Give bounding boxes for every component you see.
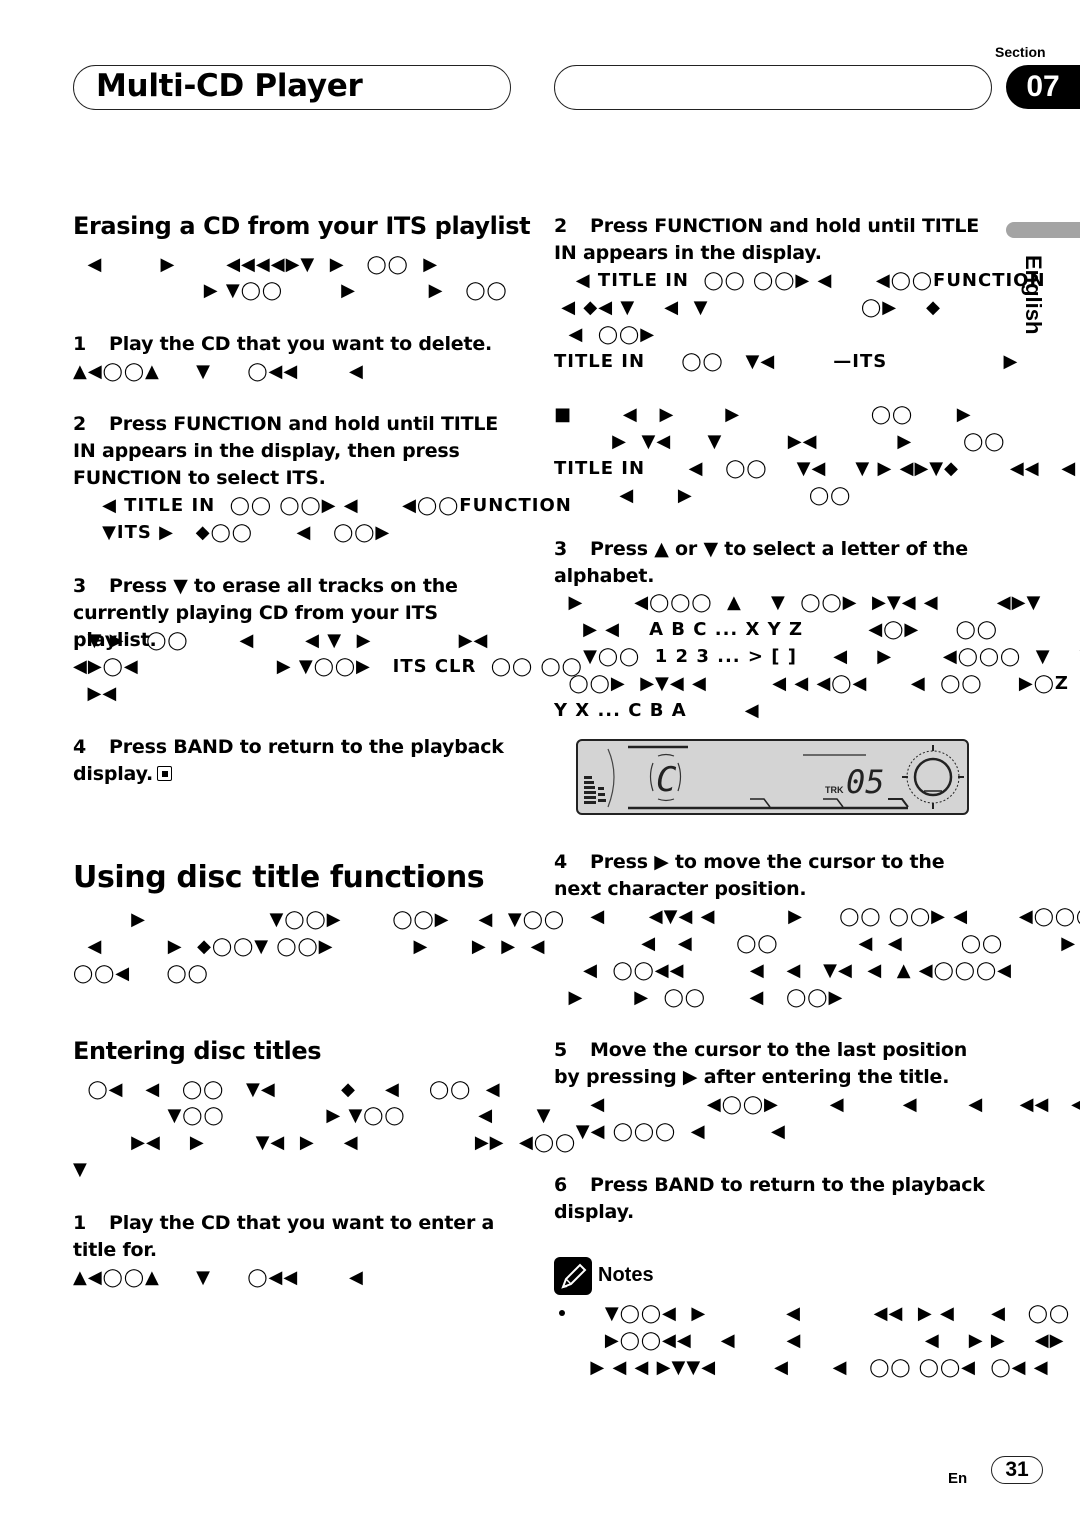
pencil-icon [554, 1257, 592, 1295]
step-glyph-line: ◀ ◯◯▶ [554, 324, 656, 345]
entering-heading: Entering disc titles [73, 1037, 322, 1065]
entering-step-1: 1 Play the CD that you want to enter a ti… [73, 1210, 513, 1264]
end-of-section-icon [157, 766, 173, 781]
right-step-3: 3 Press ▲ or ▼ to select a letter of the … [554, 536, 994, 590]
lcd-track-label: TRK [825, 785, 844, 795]
disc-title-intro-line: ▶ ▼◯◯▶ ◯◯▶ ◀ ▼◯◯ [73, 909, 566, 930]
section-number-badge: 07 [1006, 65, 1080, 109]
erase-intro-line: ◀ ▶ ◀◀◀◀▶▼ ▶ ◯◯ ▶ [73, 254, 439, 275]
step-text: Move the cursor to the last position by … [554, 1039, 968, 1088]
step-glyph-line: ■ ◀ ▶ ▶ ◯◯ ▶ [554, 404, 972, 425]
step-glyph-line: ▼◀ ◯◯◯ ◀ ◀ [554, 1121, 786, 1142]
step-glyph-line: ▲◀◯◯▲ ▼ ◯◀◀ ◀ [73, 361, 364, 382]
step-glyph-line: ▼ ▶ ◯◯ ◀ ◀ ▼ ▶ ▶◀ [73, 630, 489, 651]
step-glyph-line: ◀ TITLE IN ◯◯ ◯◯▶ ◀ ◀◯◯FUNCTION [554, 270, 1046, 291]
step-text: Press FUNCTION and hold until TITLE IN a… [73, 413, 499, 489]
erase-intro-line: ▶ ▼◯◯ ▶ ▶ ◯◯ [73, 280, 508, 301]
step-glyph-line: ◀ ◀▼◀ ◀ ▶ ◯◯ ◯◯▶ ◀ ◀◯◯◯▶ [554, 906, 1080, 927]
step-glyph-line: ▶ ◀ A B C ... X Y Z ◀◯▶ ◯◯ [554, 619, 998, 640]
step-glyph-line: ◀ ◀◯◯▶ ◀ ◀ ◀ ◀◀ ◀◀ [554, 1094, 1080, 1115]
entering-intro-line: ▶◀ ▶ ▼◀ ▶ ◀ ▶▶ ◀◯◯ [73, 1132, 577, 1153]
step-number: 4 [73, 736, 87, 758]
right-step-6: 6 Press BAND to return to the playback di… [554, 1172, 994, 1226]
note-glyph-line: ▼◯◯◀ ▶ ◀ ◀◀ ▶ ◀ ◀ ◯◯ [554, 1303, 1071, 1324]
step-glyph-line: ◀ ◯◯◀◀ ◀ ◀ ▼◀ ◀ ▲ ◀◯◯◯◀ ◀ [554, 960, 1080, 981]
step-number: 1 [73, 333, 87, 355]
step-glyph-line: ◀ ◀ ◯◯ ◀ ◀ ◯◯ ▶ [554, 933, 1077, 954]
step-number: 3 [73, 575, 87, 597]
step-glyph-line: ▼◯◯ 1 2 3 ... > [ ] ◀ ▶ ◀◯◯◯ ▼ ▼ [554, 646, 1080, 667]
step-glyph-line: ▶ ▶ ◯◯ ◀ ◯◯▶ [554, 987, 844, 1008]
step-glyph-line: ▲◀◯◯▲ ▼ ◯◀◀ ◀ [73, 1267, 364, 1288]
step-glyph-line: ◀▶◯◀ ▶ ▼◯◯▶ ITS CLR ◯◯ ◯◯ [73, 656, 583, 677]
step-glyph-line: TITLE IN ◀ ◯◯ ▼◀ ▼ ▶ ◀▶▼◆ ◀◀ ◀ [554, 458, 1077, 479]
right-step-4: 4 Press ▶ to move the cursor to the next … [554, 849, 994, 903]
step-glyph-line: TITLE IN ◯◯ ▼◀ —ITS ▶ [554, 351, 1019, 372]
step-glyph-line: ◯◯▶ ▶▼◀ ◀ ◀ ◀ ◀◯◀ ◀ ◯◯ ▶◯Z [554, 673, 1069, 694]
step-number: 6 [554, 1174, 568, 1196]
meter-arc [607, 748, 615, 808]
step-text: Press ▲ or ▼ to select a letter of the a… [554, 538, 968, 587]
step-glyph-line: Y X ... C B A ◀ [554, 700, 760, 721]
lcd-track-number: 05 [846, 763, 885, 801]
step-glyph-line: ▶◀ [73, 683, 118, 704]
step-glyph-line: ▶ ◀◯◯◯ ▲ ▼ ◯◯▶ ▶▼◀ ◀ ◀▶▼ [554, 592, 1042, 613]
right-step-2: 2 Press FUNCTION and hold until TITLE IN … [554, 213, 994, 267]
chapter-title: Multi-CD Player [96, 68, 363, 104]
level-meter-icon [584, 776, 606, 804]
step-text: Press ▶ to move the cursor to the next c… [554, 851, 945, 900]
step-text: Press BAND to return to the playback dis… [73, 736, 504, 785]
step-number: 2 [73, 413, 87, 435]
language-tab [1006, 222, 1080, 238]
lcd-display-illustration: C TRK 05 [576, 739, 969, 815]
page-number: 31 [991, 1456, 1043, 1484]
disc-title-intro-line: ◀ ▶ ◆◯◯▼ ◯◯▶ ▶ ▶ ▶ ◀ [73, 936, 546, 957]
lcd-graphics: C TRK 05 [584, 745, 964, 810]
step-glyph-line: ▶ ▼◀ ▼ ▶◀ ▶ ◯◯ [554, 431, 1006, 452]
header-blank-frame [554, 65, 992, 110]
step-glyph-line: ◀ TITLE IN ◯◯ ◯◯▶ ◀ ◀◯◯FUNCTION [73, 495, 572, 516]
footer-language-code: En [948, 1470, 968, 1487]
note-glyph-line: ▶◯◯◀◀ ◀ ◀ ◀ ▶ ▶ ◀▶ [554, 1330, 1065, 1351]
entering-intro-line: ▼◯◯ ▶ ▼◯◯ ◀ ▼ [73, 1105, 552, 1126]
disc-title-intro-line: ◯◯◀ ◯◯ [73, 963, 209, 984]
right-step-5: 5 Move the cursor to the last position by… [554, 1037, 994, 1091]
step-glyph-line: ◀ ◆◀ ▼ ◀ ▼ ◯▶ ◆ [554, 297, 941, 318]
erase-step-4: 4 Press BAND to return to the playback di… [73, 734, 513, 788]
erase-step-2: 2 Press FUNCTION and hold until TITLE IN … [73, 411, 513, 492]
step-text: Press BAND to return to the playback dis… [554, 1174, 985, 1223]
chapter-title-frame: Multi-CD Player [73, 65, 511, 110]
entering-intro-line: ▼ [73, 1159, 88, 1180]
step-number: 1 [73, 1212, 87, 1234]
step-number: 4 [554, 851, 568, 873]
step-text: Press FUNCTION and hold until TITLE IN a… [554, 215, 980, 264]
step-glyph-line: ▼ITS ▶ ◆◯◯ ◀ ◯◯▶ [73, 522, 391, 543]
erase-heading: Erasing a CD from your ITS playlist [73, 212, 531, 240]
step-number: 2 [554, 215, 568, 237]
step-text: Play the CD that you want to delete. [109, 333, 493, 355]
disc-title-heading: Using disc title functions [73, 860, 485, 895]
step-number: 5 [554, 1039, 568, 1061]
step-text: Play the CD that you want to enter a tit… [73, 1212, 495, 1261]
rotary-indicator-icon [902, 745, 964, 809]
lcd-character: C [656, 760, 677, 800]
note-glyph-line: ▶ ◀ ◀ ▶▼▼◀ ◀ ◀ ◯◯ ◯◯◀ ◯◀ ◀ [554, 1357, 1049, 1378]
erase-step-1: 1 Play the CD that you want to delete. [73, 331, 513, 358]
step-glyph-line: ◀ ▶ ◯◯ [554, 485, 852, 506]
notes-label: Notes [598, 1264, 654, 1286]
section-label: Section [995, 44, 1046, 60]
entering-intro-line: ◯◀ ◀ ◯◯ ▼◀ ◆ ◀ ◯◯ ◀ [73, 1079, 501, 1100]
step-number: 3 [554, 538, 568, 560]
